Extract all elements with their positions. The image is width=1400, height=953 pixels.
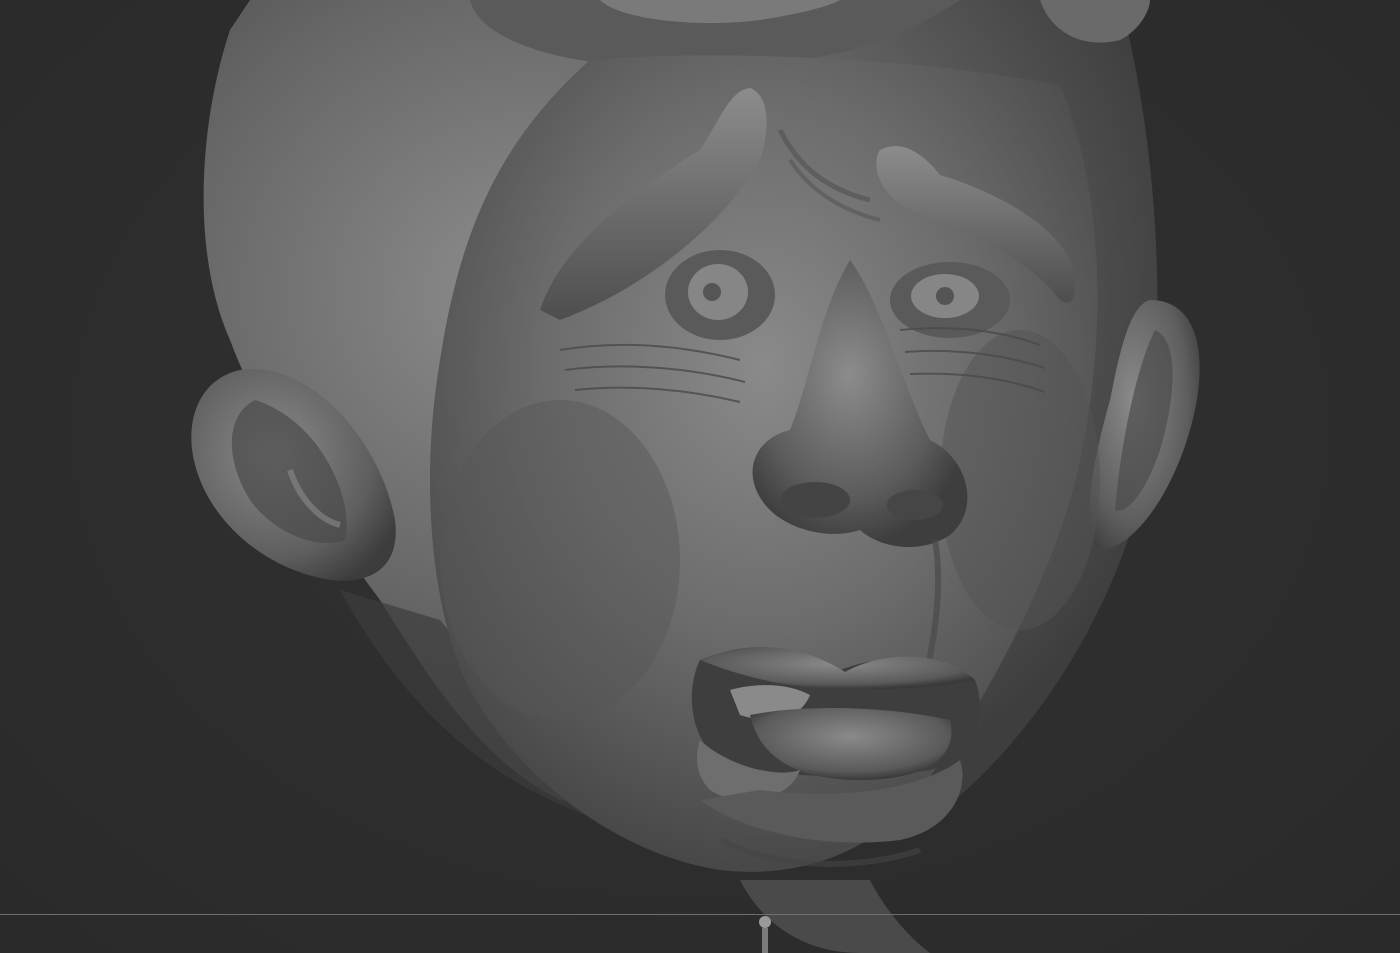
ground-plane-line [0, 914, 1400, 915]
sculpt-model[interactable] [0, 0, 1400, 953]
sculpt-viewport[interactable] [0, 0, 1400, 953]
neck [740, 880, 930, 953]
